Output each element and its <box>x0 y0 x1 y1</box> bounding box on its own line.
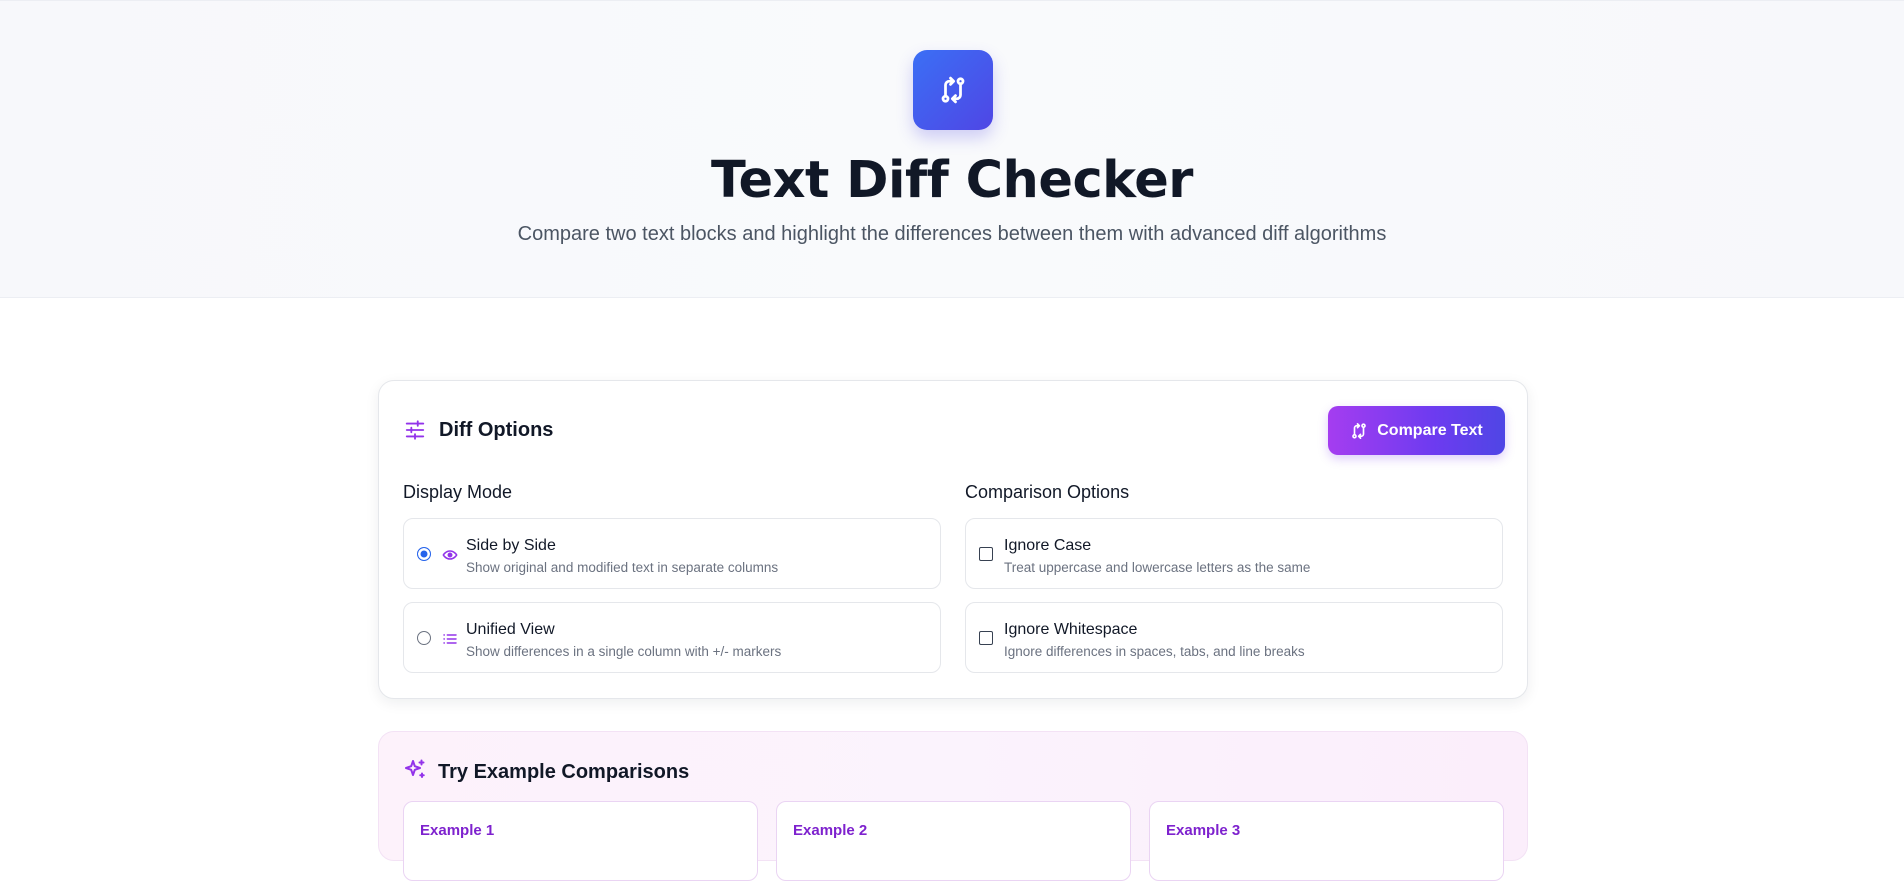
example-card-1[interactable]: Example 1 <box>403 801 758 881</box>
page-subtitle: Compare two text blocks and highlight th… <box>517 223 1387 245</box>
example-card-2[interactable]: Example 2 <box>776 801 1131 881</box>
ignore-whitespace-checkbox[interactable] <box>979 631 993 645</box>
side-by-side-radio[interactable] <box>417 547 431 561</box>
list-icon <box>443 634 457 644</box>
example-card-label: Example 3 <box>1166 822 1241 839</box>
unified-view-desc: Show differences in a single column with… <box>466 644 782 659</box>
display-option-unified-view[interactable]: Unified View Show differences in a singl… <box>403 602 941 673</box>
ignore-case-desc: Treat uppercase and lowercase letters as… <box>1004 560 1311 575</box>
display-mode-label: Display Mode <box>403 482 513 502</box>
unified-view-title: Unified View <box>466 621 555 638</box>
diff-options-title: Diff Options <box>439 419 554 441</box>
comparison-options-label: Comparison Options <box>965 482 1130 502</box>
ignore-case-checkbox[interactable] <box>979 547 993 561</box>
comparison-option-ignore-case[interactable]: Ignore Case Treat uppercase and lowercas… <box>965 518 1503 589</box>
ignore-whitespace-desc: Ignore differences in spaces, tabs, and … <box>1004 644 1305 659</box>
diff-options-card: Diff Options Compare Text Display Mode S… <box>378 380 1528 699</box>
example-comparisons-section: Try Example Comparisons Example 1 Exampl… <box>378 731 1528 881</box>
example-card-label: Example 2 <box>793 822 868 839</box>
page-title: Text Diff Checker <box>711 151 1193 210</box>
hero-section: Text Diff Checker Compare two text block… <box>0 0 1904 298</box>
side-by-side-desc: Show original and modified text in separ… <box>466 560 779 575</box>
example-card-3[interactable]: Example 3 <box>1149 801 1504 881</box>
example-card-label: Example 1 <box>420 822 495 839</box>
display-option-side-by-side[interactable]: Side by Side Show original and modified … <box>403 518 941 589</box>
compare-arrows-icon <box>941 76 965 104</box>
app-logo <box>913 50 993 130</box>
sparkles-icon <box>405 759 425 778</box>
comparison-option-ignore-whitespace[interactable]: Ignore Whitespace Ignore differences in … <box>965 602 1503 673</box>
ignore-case-title: Ignore Case <box>1004 537 1092 554</box>
compare-text-button[interactable]: Compare Text <box>1328 406 1505 455</box>
ignore-whitespace-title: Ignore Whitespace <box>1004 621 1138 638</box>
examples-title: Try Example Comparisons <box>438 761 690 783</box>
compare-text-label: Compare Text <box>1377 421 1483 439</box>
side-by-side-title: Side by Side <box>466 537 556 554</box>
sliders-icon <box>405 420 425 440</box>
compare-arrows-icon <box>1352 422 1367 439</box>
unified-view-radio[interactable] <box>417 631 431 645</box>
eye-icon <box>442 550 458 560</box>
